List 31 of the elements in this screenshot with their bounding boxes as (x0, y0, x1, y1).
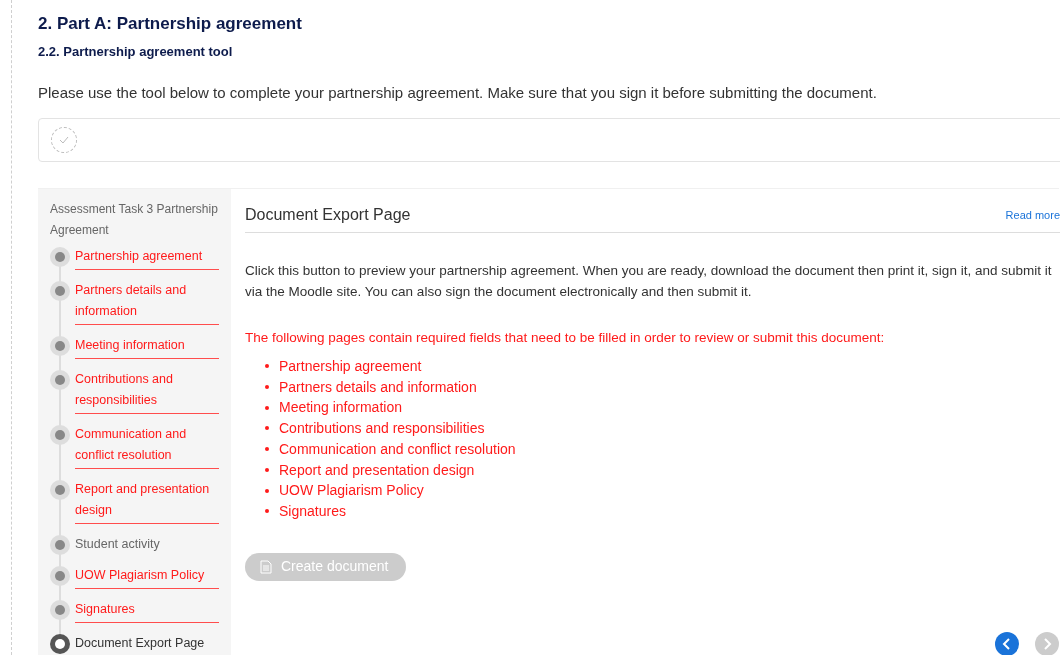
chevron-left-icon (1002, 638, 1012, 650)
sidebar-link[interactable]: Partners details and information (75, 280, 219, 325)
intro-text: Please use the tool below to complete your partnership agreement. Make sure that you sign it before submitting the document. (38, 83, 878, 103)
missing-page-item: Meeting information (279, 398, 402, 418)
chevron-right-icon (1042, 638, 1052, 650)
sidebar-link[interactable]: Signatures (75, 599, 219, 623)
missing-page-item: Partners details and information (279, 377, 477, 397)
sidebar-link[interactable]: Contributions and responsibilities (75, 369, 219, 414)
missing-page-item: Report and presentation design (279, 460, 475, 480)
document-icon (260, 559, 272, 574)
sidebar-link[interactable]: Partnership agreement (75, 246, 219, 270)
page-title: Document Export Page (245, 205, 411, 225)
missing-page-item: Partnership agreement (279, 357, 422, 376)
missing-page-item: UOW Plagiarism Policy (279, 481, 424, 501)
sidebar-link[interactable]: Student activity (75, 534, 219, 555)
missing-page-item: Contributions and responsibilities (279, 419, 485, 439)
description-text: Click this button to preview your partnership agreement. When you are ready, download the document then print it, sign it, and submit it via the Moodle site. You can also sign the document electronically and then submit it. (245, 262, 1053, 301)
sidebar-link[interactable]: UOW Plagiarism Policy (75, 565, 219, 589)
sidebar-link[interactable]: Meeting information (75, 335, 219, 359)
section-heading: 2. Part A: Partnership agreement (38, 13, 303, 35)
check-icon (59, 136, 69, 144)
warning-text: The following pages contain required fields that need to be filled in order to review or submit this document: (245, 329, 886, 347)
missing-page-item: Communication and conflict resolution (279, 439, 516, 459)
section-subheading: 2.2. Partnership agreement tool (38, 43, 234, 61)
missing-page-item: Signatures (279, 501, 346, 521)
sidebar-link[interactable]: Report and presentation design (75, 479, 219, 524)
previous-button[interactable] (995, 632, 1019, 655)
read-more-link[interactable]: Read more (1005, 206, 1060, 224)
sidebar-title: Assessment Task 3 Partnership Agreement (50, 201, 219, 239)
sidebar-link[interactable]: Document Export Page (75, 633, 219, 654)
sidebar-link[interactable]: Communication and conflict resolution (75, 424, 219, 469)
